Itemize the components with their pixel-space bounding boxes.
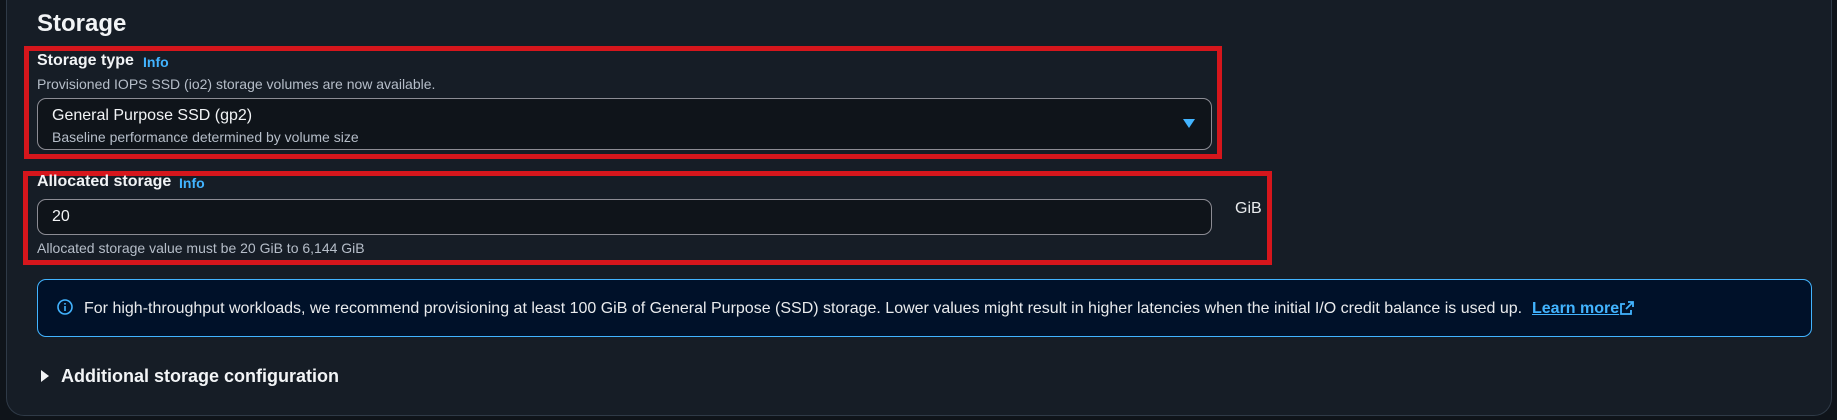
info-alert: For high-throughput workloads, we recomm… (37, 279, 1812, 337)
additional-storage-expander[interactable]: Additional storage configuration (37, 364, 339, 388)
section-title: Storage (37, 10, 127, 37)
storage-type-select[interactable]: General Purpose SSD (gp2) Baseline perfo… (37, 98, 1212, 150)
external-link-icon[interactable] (1619, 300, 1635, 316)
storage-type-hint: Provisioned IOPS SSD (io2) storage volum… (37, 76, 436, 92)
allocated-storage-info-link[interactable]: Info (179, 175, 205, 191)
learn-more-link[interactable]: Learn more (1532, 300, 1619, 318)
allocated-storage-label: Allocated storage (37, 173, 172, 190)
storage-type-selected-value: General Purpose SSD (gp2) (52, 107, 253, 124)
info-circle-icon (57, 299, 73, 315)
alert-text: For high-throughput workloads, we recomm… (84, 300, 1523, 317)
allocated-storage-constraint: Allocated storage value must be 20 GiB t… (37, 240, 365, 256)
storage-panel: Storage Storage type Info Provisioned IO… (6, 0, 1832, 416)
storage-type-label: Storage type (37, 52, 134, 69)
chevron-down-icon (1183, 119, 1195, 128)
allocated-storage-input[interactable] (37, 199, 1212, 235)
allocated-storage-unit: GiB (1235, 200, 1262, 217)
storage-type-selected-description: Baseline performance determined by volum… (52, 129, 359, 145)
storage-type-info-link[interactable]: Info (143, 54, 169, 70)
additional-storage-label: Additional storage configuration (61, 365, 339, 386)
caret-right-icon (41, 370, 49, 382)
